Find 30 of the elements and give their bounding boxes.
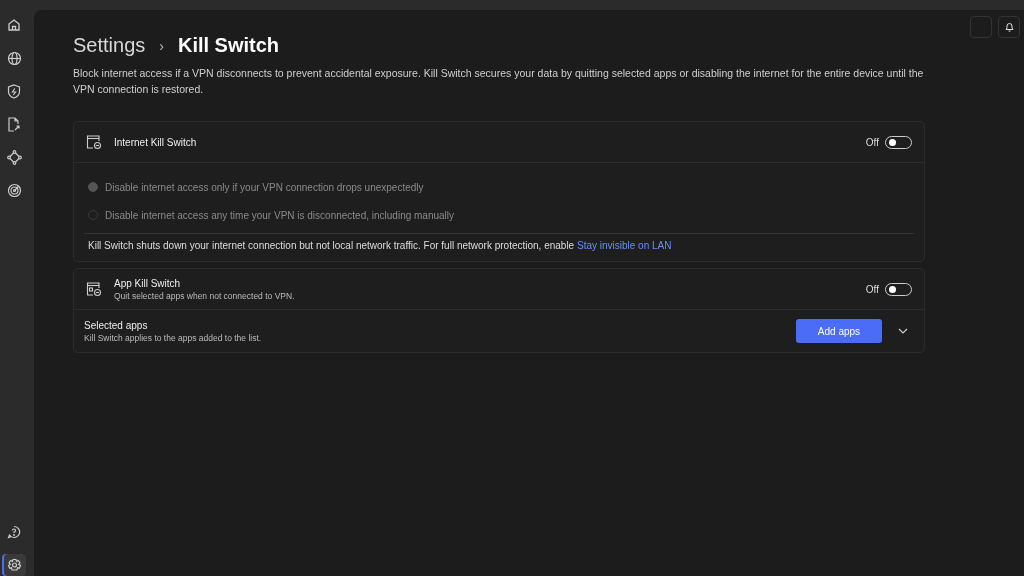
selected-apps-title: Selected apps (84, 319, 149, 331)
network-nodes-icon (6, 149, 22, 165)
help-icon (7, 525, 21, 539)
chevron-icon (898, 328, 908, 334)
lan-link[interactable]: Stay invisible on LAN (576, 240, 672, 251)
toggle-label: Off (865, 136, 879, 148)
page-description: Block internet access if a VPN disconnects to prevent accidental exposure. Kill Switch secures your data by quitting selected apps or disabling the internet for the entire device until the VPN connection is restored. (73, 66, 925, 97)
section-title: App Kill Switch (114, 277, 182, 289)
breadcrumb-separator: › (159, 37, 164, 54)
selected-apps-subtitle: Kill Switch applies to the apps added to the list. (84, 332, 263, 343)
window-block-icon (86, 134, 102, 150)
section-subtitle: Quit selected apps when not connected to VPN. (114, 290, 296, 301)
home-icon (7, 18, 21, 32)
target-icon (6, 182, 22, 198)
section-title: Internet Kill Switch (114, 136, 198, 148)
add-apps-button[interactable]: Add apps (796, 319, 882, 343)
page-title: Kill Switch (177, 34, 280, 57)
bell-icon (1004, 22, 1014, 32)
globe-icon (6, 50, 22, 66)
file-export-icon (7, 116, 21, 132)
notifications-button[interactable] (998, 16, 1020, 38)
app-block-icon (86, 281, 102, 297)
breadcrumb-link[interactable]: Settings (73, 34, 146, 57)
shield-icon (7, 83, 21, 99)
radio-label: Disable internet access any time your VPN is disconnected, including manually (105, 209, 455, 221)
radio-label: Disable internet access only if your VPN connection drops unexpectedly (105, 181, 424, 193)
toggle-label: Off (865, 283, 879, 295)
settings-icon (6, 557, 22, 573)
info-text: Kill Switch shuts down your internet connection but not local network traffic. For full network protection, enable Stay invisible on LAN (84, 233, 914, 261)
nav-button[interactable] (2, 554, 26, 576)
